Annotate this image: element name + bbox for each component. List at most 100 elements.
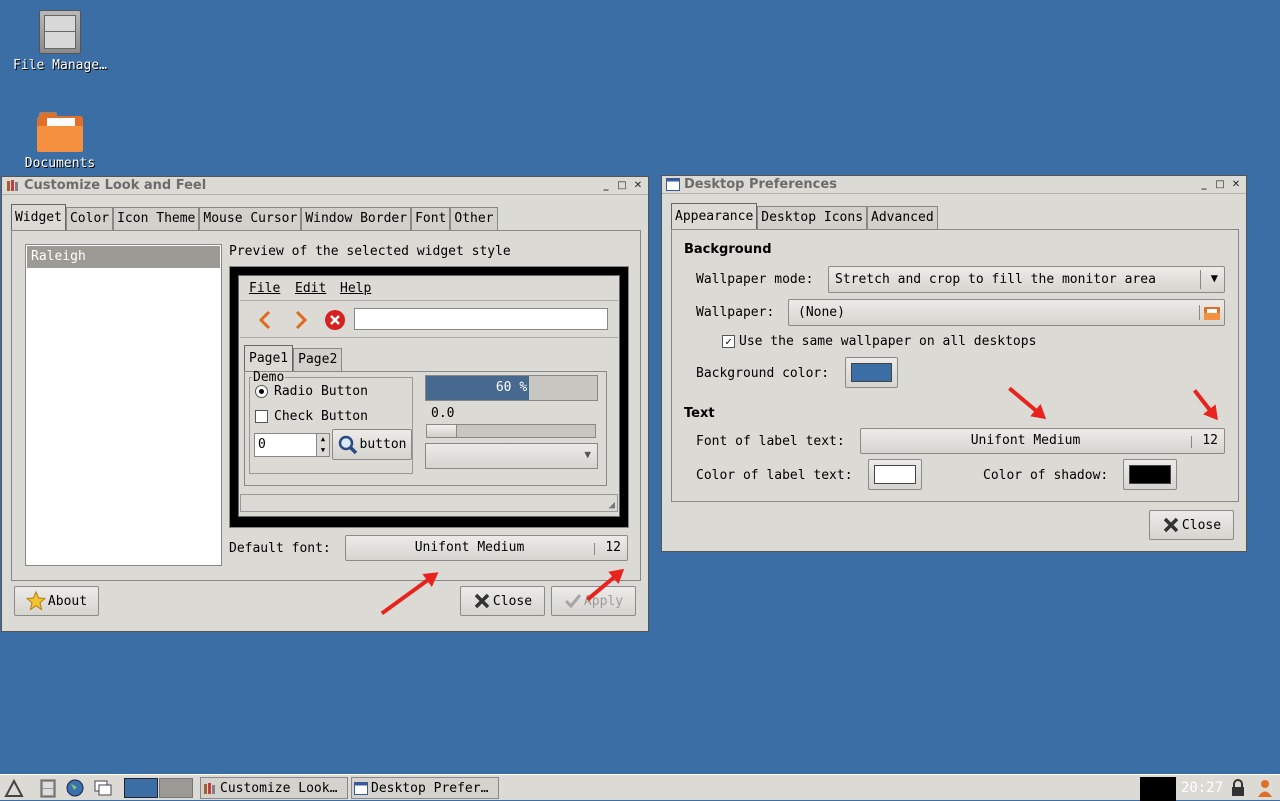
preview-tab-page1[interactable]: Page1 — [244, 345, 294, 371]
task-desktop-preferences[interactable]: Desktop Prefer… — [351, 777, 499, 799]
bg-color-button[interactable] — [845, 357, 898, 388]
spin-arrows[interactable]: ▲ ▼ — [316, 434, 329, 456]
preview-label: Preview of the selected widget style — [229, 244, 511, 259]
appearance-tab-panel: Background Wallpaper mode: Stretch and c… — [671, 229, 1239, 502]
workspace-1[interactable] — [124, 778, 158, 798]
label-color-swatch — [874, 465, 916, 484]
shadow-color-swatch — [1129, 465, 1171, 484]
radio-button[interactable]: Radio Button — [255, 384, 368, 399]
tab-font[interactable]: Font — [411, 207, 451, 230]
minimize-button[interactable]: _ — [1196, 176, 1212, 193]
preview-statusbar: ◢ — [240, 494, 618, 512]
clock[interactable]: 20:27 — [1181, 780, 1223, 796]
workspace-2[interactable] — [159, 778, 193, 798]
preview-combo[interactable]: ▼ — [425, 443, 598, 469]
demo-legend: Demo — [253, 370, 285, 385]
theme-list[interactable]: Raleigh — [25, 244, 222, 566]
menu-file[interactable]: File — [249, 281, 280, 296]
check-button[interactable]: Check Button — [255, 409, 368, 424]
label-font-button[interactable]: Unifont Medium 12 — [860, 428, 1225, 454]
tab-advanced[interactable]: Advanced — [867, 206, 938, 229]
font-separator — [594, 543, 595, 555]
tab-desktop-icons[interactable]: Desktop Icons — [757, 206, 868, 229]
web-browser-icon[interactable] — [65, 778, 85, 798]
maximize-button[interactable]: □ — [1212, 176, 1228, 193]
spin-value: 0 — [258, 437, 266, 452]
same-wallpaper-checkbox[interactable]: ✓ Use the same wallpaper on all desktops — [722, 334, 1036, 349]
close-icon — [474, 593, 490, 609]
default-font-label: Default font: — [229, 541, 331, 556]
appearance-icon — [204, 782, 215, 794]
scale-slider[interactable] — [427, 425, 457, 437]
wallpaper-label: Wallpaper: — [696, 305, 775, 320]
tab-window-border[interactable]: Window Border — [301, 207, 412, 230]
wallpaper-chooser[interactable]: (None) — [788, 299, 1225, 326]
star-icon — [25, 591, 46, 611]
tab-appearance[interactable]: Appearance — [671, 203, 758, 229]
wallpaper-mode-combo[interactable]: Stretch and crop to fill the monitor are… — [828, 266, 1225, 293]
tab-widget[interactable]: Widget — [11, 204, 66, 230]
close-button[interactable]: Close — [460, 586, 545, 616]
window-list-icon[interactable] — [93, 778, 113, 798]
menu-help[interactable]: Help — [340, 281, 371, 296]
desktop-icon-label: File Manage… — [13, 58, 107, 73]
font-separator — [1191, 436, 1192, 448]
title-bar[interactable]: Desktop Preferences _ □ ✕ — [662, 176, 1246, 194]
search-icon — [338, 435, 357, 454]
close-window-button[interactable]: ✕ — [1228, 176, 1244, 193]
back-arrow-icon[interactable] — [256, 310, 274, 330]
preview-button-label: button — [359, 437, 407, 452]
shadow-color-button[interactable] — [1123, 459, 1177, 490]
minimize-button[interactable]: _ — [598, 177, 614, 194]
logout-icon[interactable] — [1255, 778, 1275, 798]
task-look-and-feel[interactable]: Customize Look… — [200, 777, 348, 799]
text-heading: Text — [684, 406, 715, 421]
preview-entry[interactable] — [354, 308, 608, 330]
window-icon — [666, 178, 680, 191]
scale-trough[interactable] — [426, 424, 596, 438]
radio-indicator — [255, 385, 268, 398]
shadow-color-label: Color of shadow: — [983, 468, 1109, 483]
preview-tab-page2[interactable]: Page2 — [293, 348, 343, 371]
desktop-icon-documents[interactable]: Documents — [5, 112, 115, 171]
desktop-preferences-window: Desktop Preferences _ □ ✕ Appearance Des… — [661, 175, 1247, 552]
lock-icon[interactable] — [1228, 778, 1248, 798]
about-button[interactable]: About — [14, 586, 99, 616]
check-label: Check Button — [274, 409, 368, 424]
file-manager-icon[interactable] — [38, 778, 58, 798]
close-window-button[interactable]: ✕ — [630, 177, 646, 194]
font-name: Unifont Medium — [970, 433, 1081, 448]
background-heading: Background — [684, 242, 772, 257]
stop-icon[interactable] — [324, 309, 346, 331]
checkbox-indicator: ✓ — [722, 335, 735, 348]
cpu-monitor — [1140, 777, 1176, 801]
preview-button[interactable]: button — [332, 429, 412, 460]
appearance-icon — [7, 180, 18, 191]
font-size: 12 — [1202, 433, 1218, 448]
menu-edit[interactable]: Edit — [295, 281, 326, 296]
resize-grip-icon[interactable]: ◢ — [608, 498, 615, 511]
label-color-label: Color of label text: — [696, 468, 853, 483]
radio-label: Radio Button — [274, 384, 368, 399]
theme-list-item[interactable]: Raleigh — [27, 246, 220, 268]
bg-color-swatch — [851, 363, 892, 382]
close-button[interactable]: Close — [1149, 510, 1234, 540]
wallpaper-value: (None) — [798, 305, 845, 320]
tab-color[interactable]: Color — [65, 207, 114, 230]
file-cabinet-icon — [39, 10, 81, 54]
window-title: Customize Look and Feel — [24, 178, 207, 193]
same-wallpaper-label: Use the same wallpaper on all desktops — [739, 334, 1037, 349]
spin-button[interactable]: 0 ▲ ▼ — [254, 433, 330, 457]
maximize-button[interactable]: □ — [614, 177, 630, 194]
label-color-button[interactable] — [868, 459, 922, 490]
tab-other[interactable]: Other — [450, 207, 498, 230]
desktop-icon-file-manager[interactable]: File Manage… — [5, 10, 115, 73]
forward-arrow-icon[interactable] — [292, 310, 310, 330]
app-menu-icon[interactable] — [4, 778, 24, 798]
tab-icon-theme[interactable]: Icon Theme — [113, 207, 200, 230]
default-font-button[interactable]: Unifont Medium 12 — [345, 535, 628, 561]
title-bar[interactable]: Customize Look and Feel _ □ ✕ — [2, 177, 648, 195]
bg-color-label: Background color: — [696, 366, 830, 381]
preview-menubar: File Edit Help — [240, 277, 618, 301]
tab-mouse-cursor[interactable]: Mouse Cursor — [199, 207, 302, 230]
